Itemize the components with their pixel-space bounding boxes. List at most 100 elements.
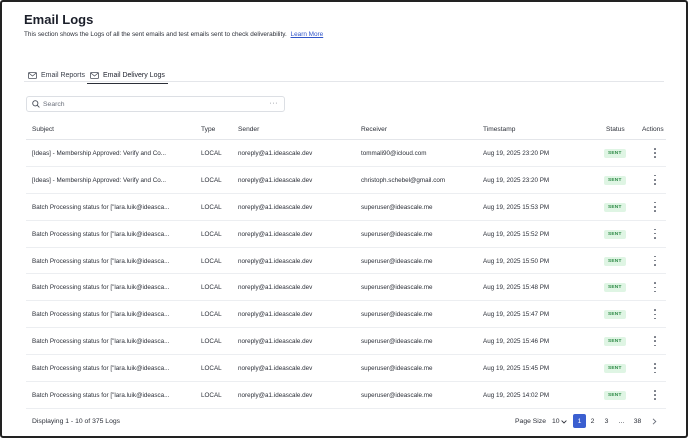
cell-sender: noreply@a1.ideascale.dev xyxy=(238,257,313,265)
tab-email-reports[interactable]: Email Reports xyxy=(28,68,85,82)
cell-sender: noreply@a1.ideascale.dev xyxy=(238,365,313,373)
table-row[interactable]: Batch Processing status for ["lara.luik@… xyxy=(26,328,666,356)
pagination-summary: Displaying 1 - 10 of 375 Logs xyxy=(32,418,121,425)
cell-subject: Batch Processing status for ["lara.luik@… xyxy=(32,338,170,346)
more-options-icon[interactable]: ··· xyxy=(270,100,279,107)
chevron-right-icon[interactable] xyxy=(652,418,657,425)
cell-receiver: superuser@ideascale.me xyxy=(361,365,433,373)
cell-subject: Batch Processing status for ["lara.luik@… xyxy=(32,203,170,211)
cell-sender: noreply@a1.ideascale.dev xyxy=(238,338,313,346)
cell-receiver: tommali90@icloud.com xyxy=(361,150,427,157)
status-badge: SENT xyxy=(604,202,626,212)
page-size-label: Page Size xyxy=(515,418,546,425)
cell-sender: noreply@a1.ideascale.dev xyxy=(238,176,313,184)
table-row[interactable]: Batch Processing status for ["lara.luik@… xyxy=(26,382,666,409)
cell-timestamp: Aug 19, 2025 15:52 PM xyxy=(483,230,550,238)
page-button-1[interactable]: 1 xyxy=(573,414,586,428)
cell-receiver: superuser@ideascale.me xyxy=(361,338,433,346)
cell-type: LOCAL xyxy=(201,392,222,400)
learn-more-link[interactable]: Learn More xyxy=(291,31,324,38)
cell-subject: Batch Processing status for ["lara.luik@… xyxy=(32,257,170,265)
status-badge: SENT xyxy=(604,229,626,239)
more-actions-icon[interactable] xyxy=(652,201,658,212)
cell-timestamp: Aug 19, 2025 23:20 PM xyxy=(483,150,550,157)
cell-sender: noreply@a1.ideascale.dev xyxy=(238,284,313,292)
more-actions-icon[interactable] xyxy=(652,148,658,158)
cell-receiver: christoph.schebel@gmail.com xyxy=(361,176,446,184)
table-body: [Ideas] - Membership Approved: Verify an… xyxy=(26,140,666,409)
cell-subject: Batch Processing status for ["lara.luik@… xyxy=(32,284,170,292)
more-actions-icon[interactable] xyxy=(652,255,658,266)
cell-type: LOCAL xyxy=(201,176,222,184)
more-actions-icon[interactable] xyxy=(652,228,658,239)
cell-sender: noreply@a1.ideascale.dev xyxy=(238,150,313,157)
cell-sender: noreply@a1.ideascale.dev xyxy=(238,392,313,400)
search-input[interactable] xyxy=(43,100,263,108)
description-text: This section shows the Logs of all the s… xyxy=(24,31,287,38)
cell-timestamp: Aug 19, 2025 15:45 PM xyxy=(483,365,550,373)
table-row[interactable]: Batch Processing status for ["lara.luik@… xyxy=(26,248,666,275)
column-header-type: Type xyxy=(201,126,216,133)
cell-timestamp: Aug 19, 2025 14:02 PM xyxy=(483,392,550,400)
more-actions-icon[interactable] xyxy=(652,390,658,401)
cell-subject: Batch Processing status for ["lara.luik@… xyxy=(32,392,170,400)
more-actions-icon[interactable] xyxy=(652,309,658,320)
cell-type: LOCAL xyxy=(201,338,222,346)
cell-receiver: superuser@ideascale.me xyxy=(361,203,433,211)
cell-timestamp: Aug 19, 2025 23:20 PM xyxy=(483,176,550,184)
table-row[interactable]: [Ideas] - Membership Approved: Verify an… xyxy=(26,167,666,194)
more-actions-icon[interactable] xyxy=(652,336,658,347)
cell-subject: Batch Processing status for ["lara.luik@… xyxy=(32,311,170,319)
status-badge: SENT xyxy=(604,364,626,374)
more-actions-icon[interactable] xyxy=(652,282,658,293)
table-row[interactable]: Batch Processing status for ["lara.luik@… xyxy=(26,301,666,329)
status-badge: SENT xyxy=(604,256,626,266)
cell-timestamp: Aug 19, 2025 15:46 PM xyxy=(483,338,550,346)
more-actions-icon[interactable] xyxy=(652,363,658,374)
page-button-3[interactable]: 3 xyxy=(600,414,613,428)
page-button-38[interactable]: 38 xyxy=(631,414,644,428)
cell-timestamp: Aug 19, 2025 15:47 PM xyxy=(483,311,550,319)
cell-type: LOCAL xyxy=(201,311,222,319)
cell-receiver: superuser@ideascale.me xyxy=(361,284,433,292)
cell-timestamp: Aug 19, 2025 15:48 PM xyxy=(483,284,550,292)
page-size-select[interactable]: 10 xyxy=(552,418,560,425)
more-actions-icon[interactable] xyxy=(652,174,658,185)
cell-timestamp: Aug 19, 2025 15:53 PM xyxy=(483,203,550,211)
cell-type: LOCAL xyxy=(201,150,222,157)
page-button-2[interactable]: 2 xyxy=(586,414,599,428)
column-header-actions: Actions xyxy=(642,126,664,133)
cell-subject: [Ideas] - Membership Approved: Verify an… xyxy=(32,150,167,157)
cell-subject: Batch Processing status for ["lara.luik@… xyxy=(32,230,170,238)
cell-subject: [Ideas] - Membership Approved: Verify an… xyxy=(32,176,167,184)
table-row[interactable]: [Ideas] - Membership Approved: Verify an… xyxy=(26,140,666,167)
cell-receiver: superuser@ideascale.me xyxy=(361,311,433,319)
status-badge: SENT xyxy=(604,310,626,320)
page-ellipsis: ... xyxy=(618,417,625,425)
tab-email-delivery-logs[interactable]: Email Delivery Logs xyxy=(87,68,168,84)
table-row[interactable]: Batch Processing status for ["lara.luik@… xyxy=(26,274,666,302)
cell-subject: Batch Processing status for ["lara.luik@… xyxy=(32,365,170,373)
search-box: ··· xyxy=(26,96,285,112)
status-badge: SENT xyxy=(604,149,626,158)
table-row[interactable]: Batch Processing status for ["lara.luik@… xyxy=(26,355,666,383)
status-badge: SENT xyxy=(604,337,626,347)
column-header-sender: Sender xyxy=(238,126,260,133)
email-logs-table: Subject Type Sender Receiver Timestamp S… xyxy=(26,122,666,409)
table-row[interactable]: Batch Processing status for ["lara.luik@… xyxy=(26,194,666,221)
cell-sender: noreply@a1.ideascale.dev xyxy=(238,203,313,211)
page-title: Email Logs xyxy=(24,12,94,27)
cell-type: LOCAL xyxy=(201,365,222,373)
table-row[interactable]: Batch Processing status for ["lara.luik@… xyxy=(26,221,666,248)
mail-icon xyxy=(28,71,37,79)
column-header-status: Status xyxy=(606,126,625,133)
column-header-subject: Subject xyxy=(32,126,54,133)
cell-sender: noreply@a1.ideascale.dev xyxy=(238,230,313,238)
chevron-down-icon[interactable] xyxy=(561,420,567,424)
cell-receiver: superuser@ideascale.me xyxy=(361,392,433,400)
cell-type: LOCAL xyxy=(201,257,222,265)
search-icon xyxy=(32,100,40,108)
cell-type: LOCAL xyxy=(201,203,222,211)
tab-bar: Email Reports Email Delivery Logs xyxy=(24,64,664,84)
tab-label: Email Reports xyxy=(41,71,85,79)
